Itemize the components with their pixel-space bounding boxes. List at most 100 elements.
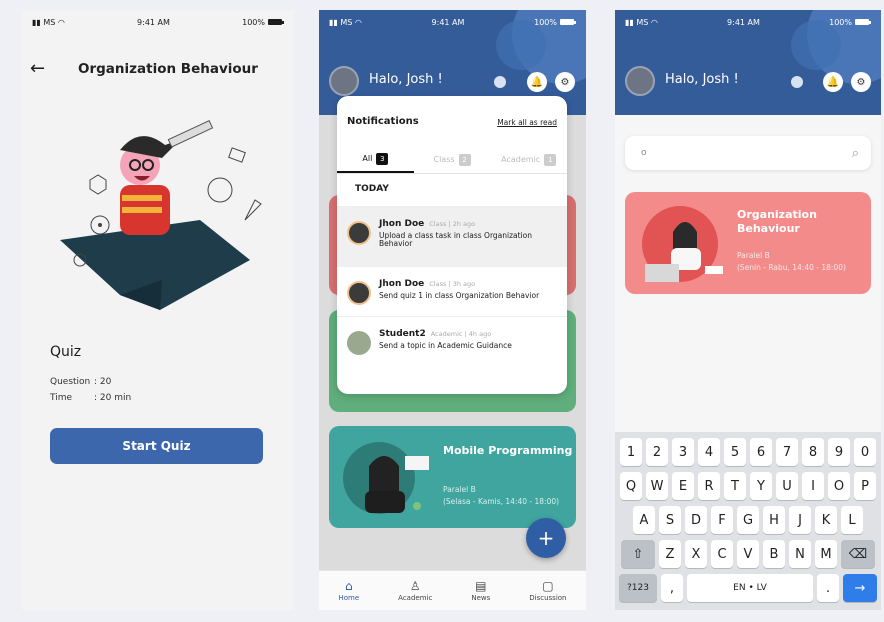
add-button[interactable]: + — [526, 518, 566, 558]
row1-key-6[interactable]: 6 — [750, 438, 772, 466]
avatar — [347, 221, 371, 245]
nav-academic[interactable]: ♙ Academic — [398, 579, 432, 602]
search-text: o — [641, 148, 647, 158]
course-card-mobile[interactable]: Mobile Programming Paralel B (Selasa - K… — [329, 426, 576, 528]
course-illustration — [343, 442, 429, 514]
course-card-organization[interactable]: Organization Behaviour Paralel B (Senin … — [625, 192, 871, 294]
keyboard-letter-group: ZXCVBNM — [659, 540, 837, 568]
row2-key-u[interactable]: U — [776, 472, 798, 500]
comma-key[interactable]: , — [661, 574, 683, 602]
signal-carrier: ▮▮ MS ◠ — [625, 17, 658, 27]
row4-key-x[interactable]: X — [685, 540, 707, 568]
space-key[interactable]: EN • LV — [687, 574, 813, 602]
row3-key-h[interactable]: H — [763, 506, 785, 534]
row1-key-2[interactable]: 2 — [646, 438, 668, 466]
battery: 100% — [829, 18, 871, 27]
row4-key-v[interactable]: V — [737, 540, 759, 568]
row2-key-o[interactable]: O — [828, 472, 850, 500]
greeting: Halo, Josh ! — [665, 72, 739, 87]
row2-key-w[interactable]: W — [646, 472, 668, 500]
tab-academic[interactable]: Academic 1 — [490, 146, 567, 173]
enter-key[interactable]: → — [843, 574, 877, 602]
row3-key-a[interactable]: A — [633, 506, 655, 534]
notification-panel: Notifications Mark all as read All 3 Clas… — [337, 96, 567, 394]
row4-key-b[interactable]: B — [763, 540, 785, 568]
status-dot — [791, 76, 803, 88]
home-icon: ⌂ — [345, 579, 353, 593]
row2-key-r[interactable]: R — [698, 472, 720, 500]
count-badge: 3 — [376, 152, 389, 165]
keyboard-row-bottom: ⇧ ZXCVBNM ⌫ — [618, 540, 878, 568]
row1-key-1[interactable]: 1 — [620, 438, 642, 466]
symbols-key[interactable]: ?123 — [619, 574, 657, 602]
section-label: TODAY — [355, 184, 389, 194]
row3-key-k[interactable]: K — [815, 506, 837, 534]
keyboard-row-middle: ASDFGHJKL — [618, 506, 878, 534]
search-icon[interactable]: ⌕ — [852, 146, 859, 161]
course-schedule: (Senin - Rabu, 14:40 - 18:00) — [737, 263, 846, 272]
row2-key-y[interactable]: Y — [750, 472, 772, 500]
course-title: Mobile Programming — [443, 444, 573, 457]
bell-icon[interactable]: 🔔 — [823, 72, 843, 92]
time-row: Time : 20 min — [50, 393, 131, 403]
course-class: Paralel B — [443, 485, 476, 494]
row2-key-p[interactable]: P — [854, 472, 876, 500]
start-quiz-button[interactable]: Start Quiz — [50, 428, 263, 464]
row3-key-s[interactable]: S — [659, 506, 681, 534]
nav-news[interactable]: ▤ News — [471, 579, 490, 602]
row3-key-l[interactable]: L — [841, 506, 863, 534]
battery: 100% — [534, 18, 576, 27]
row1-key-3[interactable]: 3 — [672, 438, 694, 466]
row4-key-c[interactable]: C — [711, 540, 733, 568]
row2-key-i[interactable]: I — [802, 472, 824, 500]
avatar — [347, 331, 371, 355]
row4-key-z[interactable]: Z — [659, 540, 681, 568]
count-badge: 1 — [544, 153, 557, 166]
signal-carrier: ▮▮ MS ◠ — [329, 17, 362, 27]
course-class: Paralel B — [737, 251, 770, 260]
row2-key-q[interactable]: Q — [620, 472, 642, 500]
period-key[interactable]: . — [817, 574, 839, 602]
row2-key-t[interactable]: T — [724, 472, 746, 500]
nav-home[interactable]: ⌂ Home — [339, 579, 360, 602]
keyboard-row-numbers: 1234567890 — [618, 438, 878, 466]
nav-discussion[interactable]: ▢ Discussion — [529, 579, 566, 602]
row3-key-f[interactable]: F — [711, 506, 733, 534]
notification-item[interactable]: Jhon Doe Class | 3h ago Send quiz 1 in cl… — [337, 266, 567, 316]
question-row: Question : 20 — [50, 377, 111, 387]
row3-key-g[interactable]: G — [737, 506, 759, 534]
row1-key-8[interactable]: 8 — [802, 438, 824, 466]
notification-message: Send a topic in Academic Guidance — [379, 341, 512, 350]
row3-key-j[interactable]: J — [789, 506, 811, 534]
course-schedule: (Selasa - Kamis, 14:40 - 18:00) — [443, 497, 560, 506]
quiz-illustration — [60, 119, 262, 310]
bell-icon[interactable]: 🔔 — [527, 72, 547, 92]
news-icon: ▤ — [475, 579, 487, 593]
row1-key-5[interactable]: 5 — [724, 438, 746, 466]
avatar[interactable] — [625, 66, 655, 96]
gear-icon[interactable]: ⚙ — [851, 72, 871, 92]
gear-icon[interactable]: ⚙ — [555, 72, 575, 92]
avatar[interactable] — [329, 66, 359, 96]
shift-key[interactable]: ⇧ — [621, 540, 655, 568]
home-notifications-screen: ▮▮ MS ◠ 9:41 AM 100% Halo, Josh ! 🔔 ⚙ Mo… — [319, 10, 586, 610]
tab-all[interactable]: All 3 — [337, 146, 414, 173]
notification-item[interactable]: Student2 Academic | 4h ago Send a topic i… — [337, 316, 567, 366]
row2-key-e[interactable]: E — [672, 472, 694, 500]
row1-key-4[interactable]: 4 — [698, 438, 720, 466]
status-time: 9:41 AM — [727, 17, 760, 27]
back-arrow-icon[interactable]: ← — [30, 58, 45, 79]
mark-all-read-link[interactable]: Mark all as read — [497, 118, 557, 127]
row4-key-m[interactable]: M — [815, 540, 837, 568]
row1-key-9[interactable]: 9 — [828, 438, 850, 466]
row1-key-7[interactable]: 7 — [776, 438, 798, 466]
status-bar: ▮▮ MS ◠ 9:41 AM 100% — [22, 10, 294, 34]
search-input[interactable]: o ⌕ — [625, 136, 871, 170]
tab-class[interactable]: Class 2 — [414, 146, 491, 173]
notification-item[interactable]: Jhon Doe Class | 2h ago Upload a class ta… — [337, 206, 567, 266]
row3-key-d[interactable]: D — [685, 506, 707, 534]
backspace-key[interactable]: ⌫ — [841, 540, 875, 568]
course-illustration — [642, 206, 723, 282]
row4-key-n[interactable]: N — [789, 540, 811, 568]
row1-key-0[interactable]: 0 — [854, 438, 876, 466]
